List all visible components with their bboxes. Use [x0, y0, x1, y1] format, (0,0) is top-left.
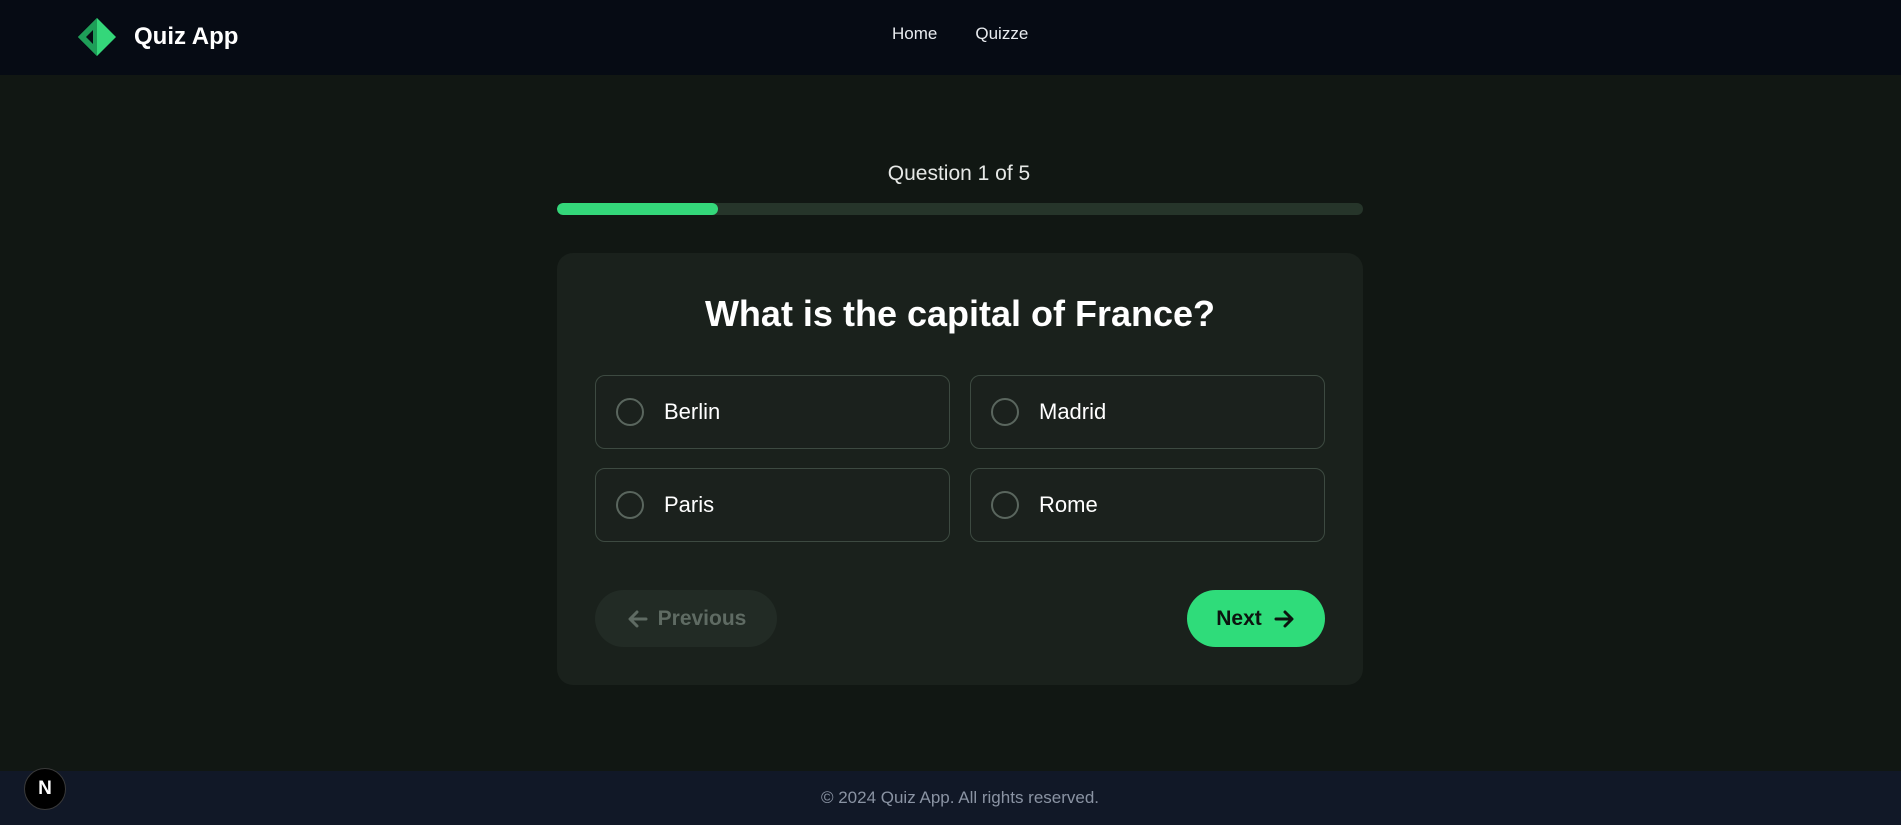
nextjs-icon: N [38, 778, 52, 799]
question-progress-label: Question 1 of 5 [887, 162, 1031, 185]
nextjs-devtools-button[interactable]: N [24, 768, 66, 810]
radio-circle-icon[interactable] [991, 398, 1019, 426]
arrow-left-icon [628, 610, 648, 627]
answer-option-label: Rome [1039, 492, 1098, 517]
radio-circle-icon[interactable] [991, 491, 1019, 519]
answer-option-berlin[interactable]: Berlin [595, 375, 950, 449]
next-button-label: Next [1216, 606, 1262, 630]
previous-button[interactable]: Previous [595, 590, 777, 647]
top-navbar: Quiz App Home Quizze [0, 0, 1901, 75]
answer-option-label: Berlin [664, 399, 721, 424]
answer-option-paris[interactable]: Paris [595, 468, 950, 542]
answer-option-madrid[interactable]: Madrid [970, 375, 1325, 449]
brand[interactable]: Quiz App [78, 18, 238, 56]
answer-option-rome[interactable]: Rome [970, 468, 1325, 542]
question-card: What is the capital of France? Berlin Ma… [557, 253, 1363, 685]
diamond-logo-icon [78, 18, 116, 56]
answer-option-label: Paris [664, 492, 715, 517]
answer-options: Berlin Madrid Paris Rome [595, 375, 1325, 542]
footer: © 2024 Quiz App. All rights reserved. [0, 771, 1901, 825]
main-nav: Home Quizze [892, 24, 1028, 44]
previous-button-label: Previous [657, 606, 747, 630]
progress-bar [557, 203, 1363, 215]
question-text: What is the capital of France? [704, 293, 1216, 334]
radio-circle-icon[interactable] [616, 398, 644, 426]
app-name: Quiz App [134, 23, 239, 50]
radio-circle-icon[interactable] [616, 491, 644, 519]
answer-option-label: Madrid [1039, 399, 1107, 424]
nav-quizzes-link[interactable]: Quizze [975, 24, 1028, 44]
copyright-text: © 2024 Quiz App. All rights reserved. [820, 788, 1100, 807]
nav-home-link[interactable]: Home [892, 24, 937, 44]
progress-bar-fill [557, 203, 719, 215]
next-button[interactable]: Next [1187, 590, 1325, 647]
arrow-right-icon [1274, 610, 1294, 627]
